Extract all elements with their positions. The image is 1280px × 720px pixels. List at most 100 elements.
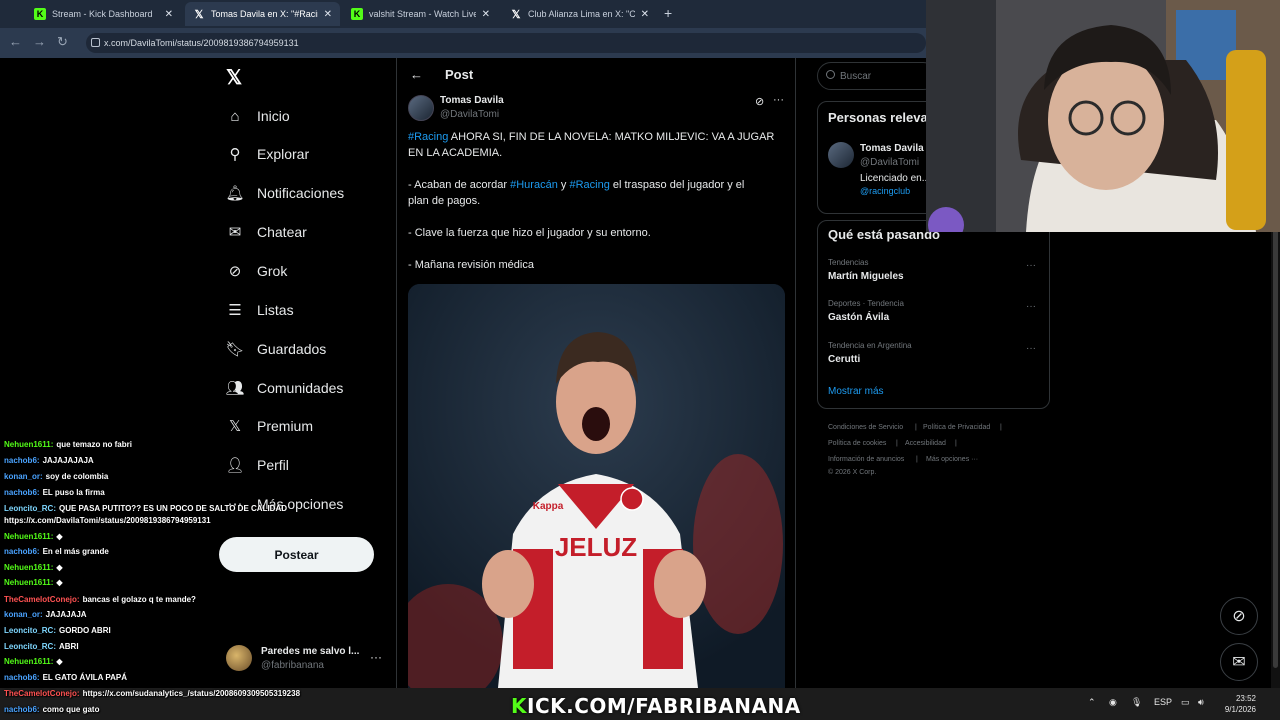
show-more-link[interactable]: Mostrar más xyxy=(828,386,884,397)
chat-text: ABRI xyxy=(59,642,79,651)
author-avatar[interactable] xyxy=(408,95,434,121)
nav-chatear[interactable]: ✉ Chatear xyxy=(226,219,307,245)
chevron-up-icon[interactable]: ⌃ xyxy=(1088,697,1096,708)
post-image[interactable]: JELUZ Kappa xyxy=(408,284,785,688)
nav-inicio[interactable]: ⌂ Inicio xyxy=(226,103,290,129)
close-icon[interactable]: ✕ xyxy=(165,9,173,20)
chat-username: nachob6: xyxy=(4,673,40,682)
trend-item[interactable]: Cerutti xyxy=(828,354,860,365)
volume-icon[interactable]: 🔊︎ xyxy=(1198,697,1204,708)
author-handle[interactable]: @DavilaTomi xyxy=(440,109,499,120)
back-arrow-icon[interactable]: ← xyxy=(410,67,423,82)
chat-text: EL puso la firma xyxy=(42,488,105,497)
tab-label: valshit Stream - Watch Live on Kick xyxy=(369,9,476,19)
tab-tomas-davila[interactable]: 𝕏 Tomas Davila en X: "#Racing AHORA SI" … xyxy=(185,2,340,26)
nav-grok[interactable]: ⊘ Grok xyxy=(226,258,288,284)
more-icon[interactable]: ··· xyxy=(370,650,382,664)
chat-message: Leoncito_RC: QUE PASA PUTITO?? ES UN POCO… xyxy=(4,504,287,513)
chat-username: Nehuen1611: xyxy=(4,440,54,449)
hashtag-link[interactable]: #Huracán xyxy=(510,179,558,191)
chat-message: Nehuen1611: ◆ xyxy=(4,657,63,666)
nav-comunidades[interactable]: 👥︎ Comunidades xyxy=(225,375,344,401)
trend-context: Deportes · Tendencia xyxy=(828,299,904,308)
post-text-line: - Clave la fuerza que hizo el jugador y … xyxy=(408,227,651,239)
post-text: AHORA SI, FIN DE LA NOVELA: MATKO MILJEV… xyxy=(448,131,775,143)
clock-time: 23:52 xyxy=(1235,694,1256,703)
clock-date: 9/1/2026 xyxy=(1224,705,1256,714)
footer-separator: | xyxy=(955,440,957,447)
search-input[interactable]: Buscar xyxy=(817,62,937,90)
trend-item[interactable]: Martín Migueles xyxy=(828,271,904,282)
post-text-line: EN LA ACADEMIA. xyxy=(408,147,503,159)
post-text: - Acaban de acordar xyxy=(408,179,511,191)
footer-link[interactable]: Accesibilidad xyxy=(905,440,946,447)
app-tray-icon[interactable]: ◉ xyxy=(1109,697,1117,708)
account-switcher[interactable]: Paredes me salvo l... @fabribanana ··· xyxy=(226,642,386,674)
trend-item[interactable]: Gastón Ávila xyxy=(828,312,889,323)
nav-label: Inicio xyxy=(257,108,290,124)
footer-link[interactable]: Política de cookies xyxy=(828,440,886,447)
grok-icon[interactable]: ⊘ xyxy=(755,95,764,108)
hashtag-link[interactable]: #Racing xyxy=(408,131,448,143)
chat-username: Leoncito_RC: xyxy=(4,626,56,635)
footer-link[interactable]: Condiciones de Servicio xyxy=(828,424,903,431)
footer-link[interactable]: Información de anuncios xyxy=(828,456,904,463)
x-logo-icon[interactable]: 𝕏 xyxy=(226,65,242,90)
messages-fab-button[interactable]: ✉ xyxy=(1220,643,1258,681)
hashtag-link[interactable]: #Racing xyxy=(569,179,609,191)
nav-label: Explorar xyxy=(257,146,310,162)
nav-perfil[interactable]: 👤︎ Perfil xyxy=(225,452,288,478)
network-icon[interactable]: ▭ xyxy=(1181,697,1190,708)
close-icon[interactable]: ✕ xyxy=(482,9,490,20)
nav-explorar[interactable]: ⚲ Explorar xyxy=(226,141,310,167)
post-text-line: plan de pagos. xyxy=(408,195,481,207)
footer-link[interactable]: Política de Privacidad xyxy=(923,424,990,431)
tab-alianza-lima[interactable]: 𝕏 Club Alianza Lima en X: "Cuando..." ✕ xyxy=(502,2,657,26)
nav-listas[interactable]: ☰ Listas xyxy=(226,297,293,323)
footer-separator: | xyxy=(1000,424,1002,431)
close-icon[interactable]: ✕ xyxy=(641,9,649,20)
relevant-link[interactable]: @racingclub xyxy=(860,186,910,196)
chat-message: konan_or: soy de colombia xyxy=(4,472,108,481)
post-button[interactable]: Postear xyxy=(219,537,374,572)
list-icon: ☰ xyxy=(228,302,242,319)
kick-icon: K xyxy=(351,8,363,20)
url-field[interactable]: x.com/DavilaTomi/status/2009819386794959… xyxy=(86,33,926,53)
relevant-name[interactable]: Tomas Davila xyxy=(860,143,924,154)
new-tab-button[interactable]: + xyxy=(664,5,672,21)
nav-label: Comunidades xyxy=(257,380,344,396)
site-info-icon[interactable] xyxy=(91,38,100,47)
avatar[interactable] xyxy=(828,142,854,168)
more-icon[interactable]: ··· xyxy=(1026,343,1036,354)
jersey-sponsor-text: JELUZ xyxy=(555,532,637,562)
post-more-button[interactable]: ··· xyxy=(773,94,784,106)
chat-username: TheCamelotConejo: xyxy=(4,595,80,604)
language-indicator[interactable]: ESP xyxy=(1154,697,1172,707)
nav-notificaciones[interactable]: 🔔︎ Notificaciones xyxy=(225,180,344,206)
close-icon[interactable]: ✕ xyxy=(324,9,332,20)
microphone-icon[interactable]: 🎙︎ xyxy=(1131,697,1142,708)
nav-premium[interactable]: 𝕏 Premium xyxy=(226,413,313,439)
relevant-handle[interactable]: @DavilaTomi xyxy=(860,157,919,168)
reload-icon[interactable]: ↻ xyxy=(57,34,68,50)
taskbar-clock[interactable]: 23:52 9/1/2026 xyxy=(1222,693,1256,715)
more-icon[interactable]: ··· xyxy=(1026,260,1036,271)
chat-message: nachob6: EL GATO ÁVILA PAPÁ xyxy=(4,673,127,682)
tab-kick-dashboard[interactable]: K Stream - Kick Dashboard ✕ xyxy=(26,2,181,26)
grok-fab-button[interactable]: ⊘ xyxy=(1220,597,1258,635)
forward-icon[interactable]: → xyxy=(33,34,46,49)
nav-guardados[interactable]: 🔖︎ Guardados xyxy=(225,336,326,362)
footer-link[interactable]: Más opciones ··· xyxy=(926,456,978,463)
player-photo: JELUZ Kappa xyxy=(408,284,785,688)
x-icon: 𝕏 xyxy=(194,8,204,21)
author-name[interactable]: Tomas Davila xyxy=(440,95,504,106)
chat-username: nachob6: xyxy=(4,488,40,497)
more-icon[interactable]: ··· xyxy=(1026,301,1036,312)
chat-message: Nehuen1611: que temazo no fabri xyxy=(4,440,132,449)
tab-valshit-stream[interactable]: K valshit Stream - Watch Live on Kick ✕ xyxy=(343,2,498,26)
chat-message: nachob6: EL puso la firma xyxy=(4,488,105,497)
back-icon[interactable]: ← xyxy=(9,34,22,49)
chat-username: Nehuen1611: xyxy=(4,532,54,541)
chat-message: https://x.com/DavilaTomi/status/20098193… xyxy=(4,516,211,525)
tab-label: Club Alianza Lima en X: "Cuando..." xyxy=(528,9,635,19)
